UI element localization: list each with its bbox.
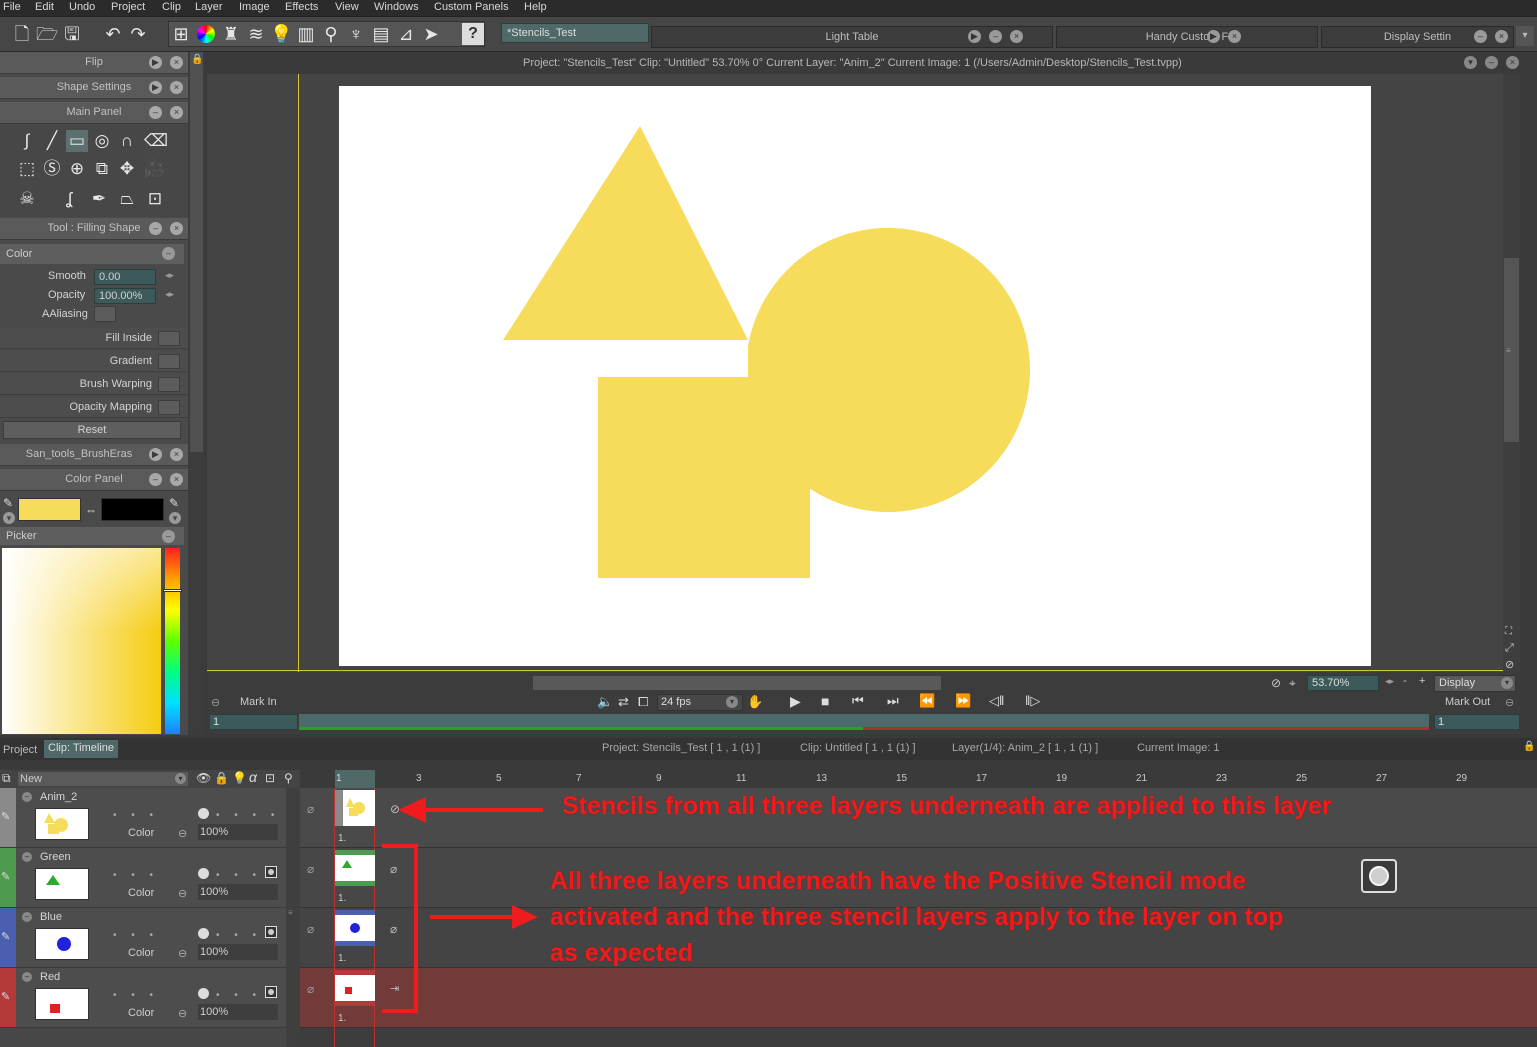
annotation-top: Stencils from all three layers underneat…	[562, 792, 1332, 820]
positive-stencil-icon	[1361, 859, 1397, 893]
annotation-line-1: All three layers underneath have the Pos…	[550, 867, 1247, 895]
annotation-line-3: as expected	[550, 939, 694, 967]
annotation-line-2: activated and the three stencil layers a…	[550, 903, 1284, 931]
annotation-arrowhead-right	[512, 905, 538, 929]
annotation-bracket	[382, 844, 418, 1013]
annotation-arrowhead-top	[398, 797, 426, 823]
